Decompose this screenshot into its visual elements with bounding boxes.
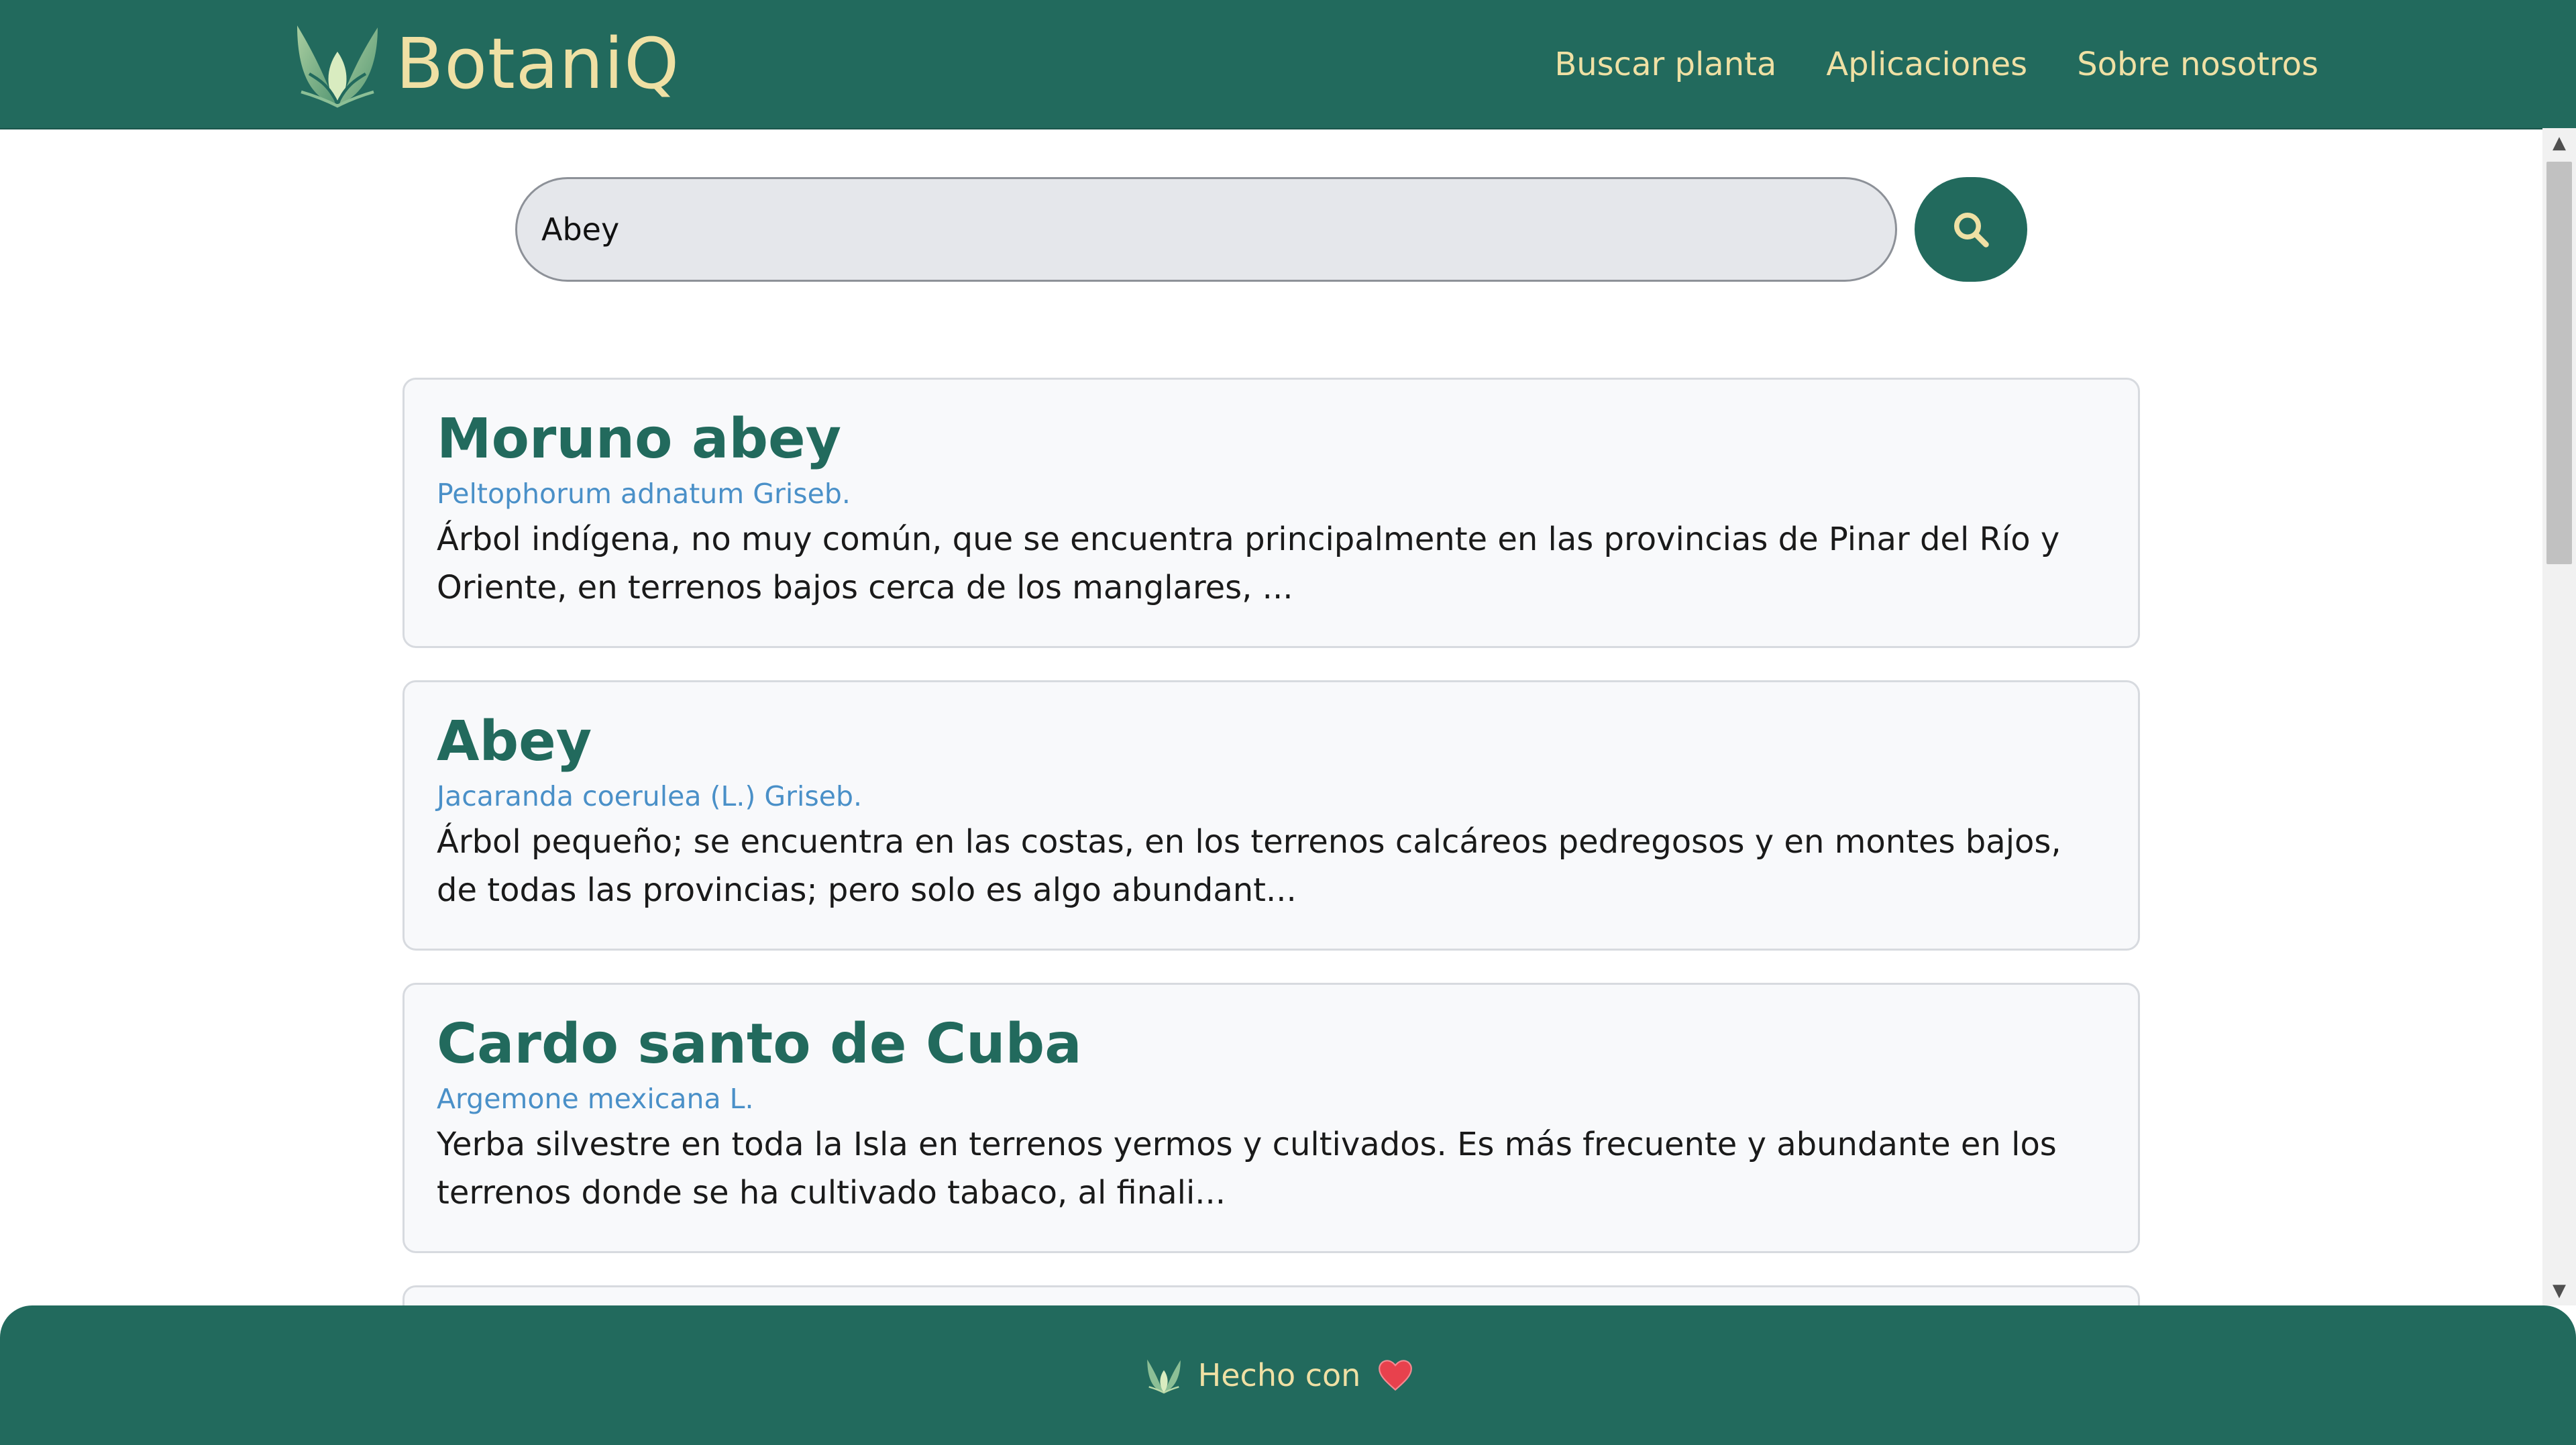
result-card[interactable]: Moruno abey Peltophorum adnatum Griseb. …: [402, 378, 2140, 648]
plant-description: Árbol indígena, no muy común, que se enc…: [437, 521, 2060, 607]
result-card[interactable]: Abey Jacaranda coerulea (L.) Griseb. Árb…: [402, 680, 2140, 951]
leaf-logo-icon: [297, 25, 378, 108]
footer-content: Hecho con: [1143, 1354, 1413, 1396]
plant-scientific-name: Peltophorum adnatum Griseb.: [437, 478, 851, 511]
result-card[interactable]: Cardo santo de Cuba Argemone mexicana L.…: [402, 983, 2140, 1253]
scroll-up-arrow-icon[interactable]: ▲: [2542, 128, 2576, 158]
plant-scientific-name: Jacaranda coerulea (L.) Griseb.: [437, 780, 863, 813]
top-navbar: BotaniQ Buscar planta Aplicaciones Sobre…: [0, 0, 2576, 129]
plant-description: Yerba silvestre en toda la Isla en terre…: [437, 1126, 2057, 1212]
leaf-logo-icon: [1146, 1359, 1181, 1394]
plant-scientific-name: Argemone mexicana L.: [437, 1083, 754, 1116]
page: BotaniQ Buscar planta Aplicaciones Sobre…: [0, 0, 2576, 1445]
plant-description: Árbol pequeño; se encuentra en las costa…: [437, 823, 2061, 910]
plant-common-name: Moruno abey: [437, 407, 842, 471]
nav-sobre-nosotros[interactable]: Sobre nosotros: [2077, 46, 2318, 83]
footer: Hecho con: [0, 1305, 2576, 1445]
brand-name: BotaniQ: [396, 23, 680, 105]
brand-home-link[interactable]: BotaniQ: [287, 13, 680, 114]
page-scrollbar[interactable]: ▲ ▼: [2542, 128, 2576, 1305]
nav-buscar-planta[interactable]: Buscar planta: [1554, 46, 1776, 83]
results-list: Moruno abey Peltophorum adnatum Griseb. …: [402, 378, 2140, 1358]
scroll-down-arrow-icon[interactable]: ▼: [2542, 1276, 2576, 1305]
scroll-thumb[interactable]: [2546, 162, 2572, 564]
plant-common-name: Abey: [437, 710, 592, 773]
search-icon: [1954, 213, 1989, 248]
main-nav: Buscar planta Aplicaciones Sobre nosotro…: [1554, 0, 2318, 128]
search-button[interactable]: [1915, 177, 2027, 282]
footer-text: Hecho con: [1197, 1357, 1361, 1393]
heart-icon: [1379, 1360, 1413, 1391]
plant-common-name: Cardo santo de Cuba: [437, 1012, 1082, 1076]
search-input[interactable]: [515, 177, 1897, 282]
search-bar: [515, 177, 2027, 282]
nav-aplicaciones[interactable]: Aplicaciones: [1826, 46, 2027, 83]
